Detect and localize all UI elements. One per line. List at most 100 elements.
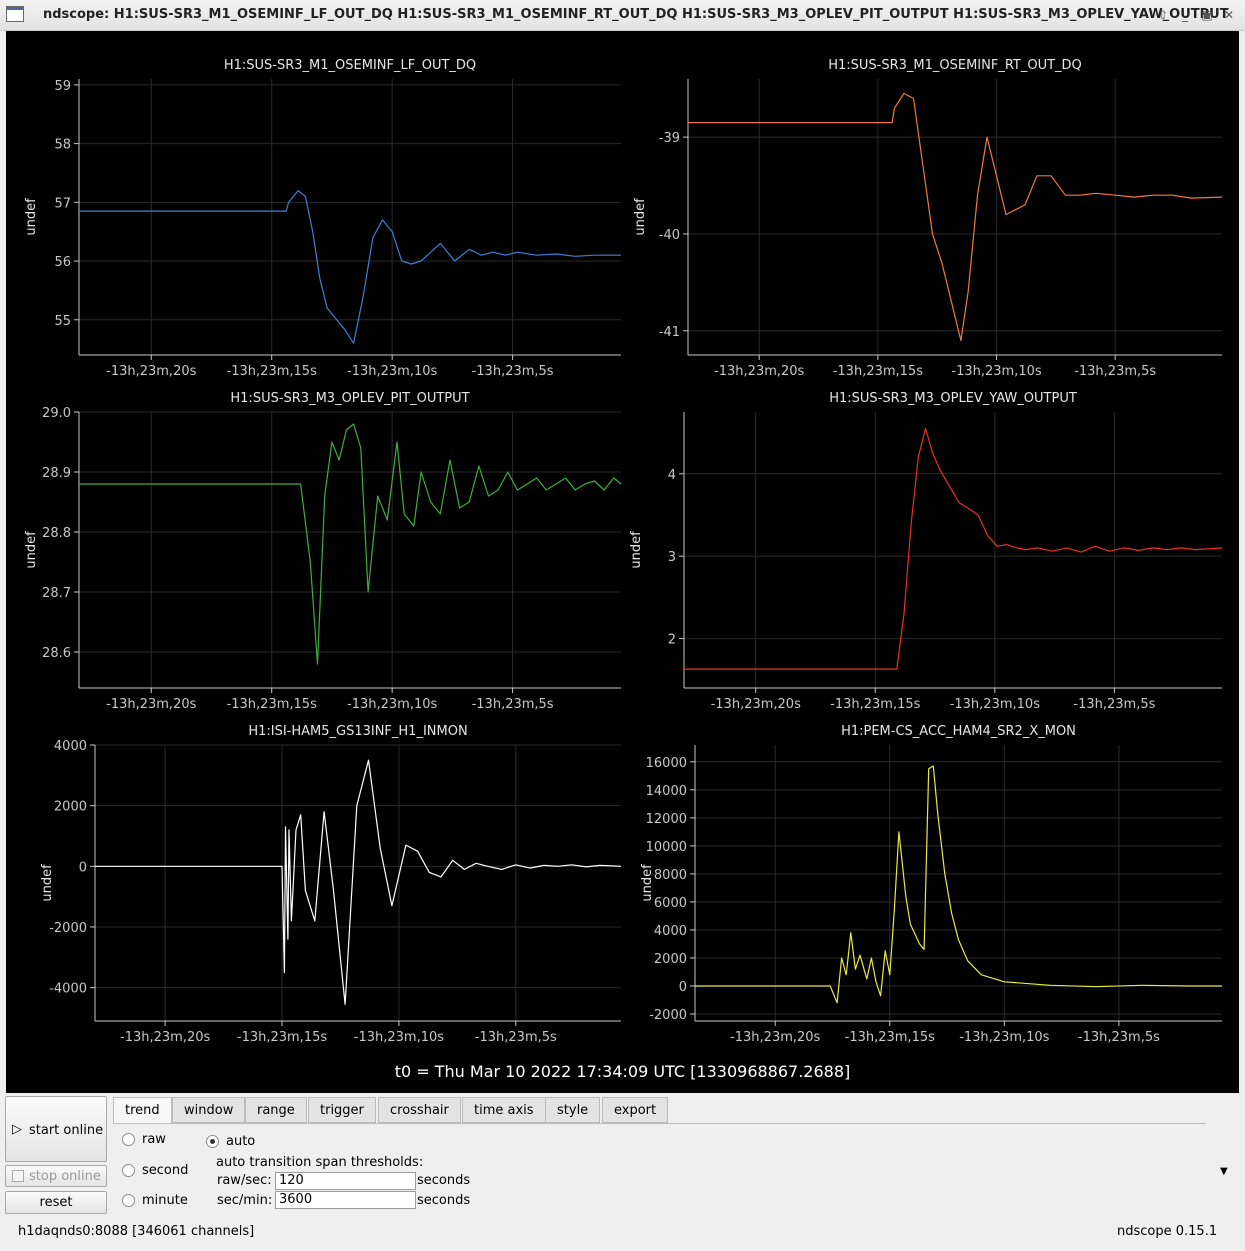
tab-style[interactable]: style bbox=[545, 1097, 601, 1123]
x-tick-label: -13h,23m,20s bbox=[120, 1030, 210, 1045]
plot-title: H1:PEM-CS_ACC_HAM4_SR2_X_MON bbox=[841, 724, 1076, 739]
plot-5[interactable]: H1:ISI-HAM5_GS13INF_H1_INMONundef -4000 -2… bbox=[6, 717, 623, 1045]
x-tick-label: -13h,23m,5s bbox=[472, 697, 554, 712]
x-tick-label: -13h,23m,10s bbox=[354, 1030, 444, 1045]
plot-title: H1:SUS-SR3_M3_OPLEV_YAW_OUTPUT bbox=[829, 391, 1077, 406]
maximize-icon[interactable]: ▣ bbox=[1198, 6, 1216, 24]
close-icon[interactable]: ✕ bbox=[1220, 6, 1238, 24]
x-tick-label: -13h,23m,10s bbox=[347, 364, 437, 379]
plot-4[interactable]: H1:SUS-SR3_M3_OPLEV_YAW_OUTPUTundef 2 3 4 -1… bbox=[626, 384, 1239, 712]
start-online-label: start online bbox=[29, 1123, 104, 1138]
x-tick-label: -13h,23m,15s bbox=[227, 697, 317, 712]
auto-radio[interactable] bbox=[206, 1135, 219, 1148]
raw-sec-input[interactable]: 120 bbox=[275, 1172, 416, 1190]
plot-svg[interactable]: H1:SUS-SR3_M1_OSEMINF_LF_OUT_DQundef 55 56… bbox=[6, 51, 623, 379]
series-line bbox=[684, 427, 1223, 670]
tab-export[interactable]: export bbox=[602, 1097, 669, 1123]
minute-radio[interactable] bbox=[122, 1194, 135, 1207]
app-window-icon[interactable] bbox=[6, 6, 24, 22]
up-arrow-icon[interactable]: ⇧ bbox=[1154, 6, 1172, 24]
reset-button[interactable]: reset bbox=[5, 1191, 107, 1214]
raw-sec-unit: seconds bbox=[417, 1173, 471, 1188]
y-tick-label: 12000 bbox=[646, 812, 687, 827]
plot-title: H1:SUS-SR3_M1_OSEMINF_LF_OUT_DQ bbox=[224, 58, 476, 73]
y-axis-label: undef bbox=[640, 864, 655, 902]
y-tick-label: 4 bbox=[668, 468, 676, 483]
x-tick-label: -13h,23m,5s bbox=[475, 1030, 557, 1045]
x-tick-label: -13h,23m,15s bbox=[830, 697, 920, 712]
y-tick-label: 8000 bbox=[654, 868, 687, 883]
y-tick-label: 59 bbox=[54, 79, 71, 94]
y-tick-label: 57 bbox=[54, 196, 71, 211]
x-tick-label: -13h,23m,10s bbox=[951, 364, 1041, 379]
stop-online-label: stop online bbox=[29, 1169, 101, 1184]
auto-label: auto bbox=[226, 1134, 256, 1149]
tab-trend[interactable]: trend bbox=[113, 1097, 172, 1124]
plot-6[interactable]: H1:PEM-CS_ACC_HAM4_SR2_X_MON undef -2000 0 2… bbox=[626, 717, 1239, 1045]
plot-title: H1:ISI-HAM5_GS13INF_H1_INMON bbox=[248, 724, 467, 739]
sec-min-input[interactable]: 3600 bbox=[275, 1191, 416, 1209]
y-tick-label: 56 bbox=[54, 255, 71, 270]
window-title: ndscope: H1:SUS-SR3_M1_OSEMINF_LF_OUT_DQ… bbox=[43, 7, 1229, 22]
y-tick-label: 28.8 bbox=[42, 526, 71, 541]
y-axis-label: undef bbox=[633, 198, 648, 236]
plot-area[interactable]: H1:SUS-SR3_M1_OSEMINF_LF_OUT_DQundef 55 56… bbox=[6, 31, 1239, 1093]
plot-svg[interactable]: H1:SUS-SR3_M1_OSEMINF_RT_OUT_DQundef -41 -… bbox=[626, 51, 1239, 379]
y-tick-label: -2000 bbox=[649, 1008, 687, 1023]
minute-label: minute bbox=[142, 1193, 188, 1208]
series-line bbox=[79, 190, 621, 344]
version-label: ndscope 0.15.1 bbox=[1117, 1224, 1218, 1239]
y-tick-label: -2000 bbox=[49, 921, 87, 936]
tab-window[interactable]: window bbox=[172, 1097, 246, 1123]
tab-trigger[interactable]: trigger bbox=[308, 1097, 376, 1123]
x-tick-label: -13h,23m,20s bbox=[714, 364, 804, 379]
series-line bbox=[695, 765, 1222, 1004]
play-icon: ▷ bbox=[12, 1122, 22, 1137]
start-online-button[interactable]: ▷ start online bbox=[5, 1096, 107, 1162]
y-tick-label: 2 bbox=[668, 633, 676, 648]
x-tick-label: -13h,23m,10s bbox=[950, 697, 1040, 712]
plot-1[interactable]: H1:SUS-SR3_M1_OSEMINF_LF_OUT_DQundef 55 56… bbox=[6, 51, 623, 379]
y-tick-label: 14000 bbox=[646, 784, 687, 799]
tab-time-axis[interactable]: time axis bbox=[462, 1097, 546, 1123]
y-axis-label: undef bbox=[629, 531, 644, 569]
stop-online-checkbox[interactable] bbox=[12, 1170, 24, 1182]
x-tick-label: -13h,23m,5s bbox=[1074, 364, 1156, 379]
y-tick-label: 3 bbox=[668, 550, 676, 565]
raw-label: raw bbox=[142, 1132, 166, 1147]
raw-sec-label: raw/sec: bbox=[217, 1173, 272, 1188]
chevron-down-icon[interactable]: ▼ bbox=[1220, 1166, 1228, 1177]
raw-radio[interactable] bbox=[122, 1133, 135, 1146]
y-tick-label: 28.6 bbox=[42, 646, 71, 661]
plot-svg[interactable]: H1:SUS-SR3_M3_OPLEV_YAW_OUTPUTundef 2 3 4 -1… bbox=[626, 384, 1239, 712]
plot-svg[interactable]: H1:SUS-SR3_M3_OPLEV_PIT_OUTPUTundef 28.6 2… bbox=[6, 384, 623, 712]
plot-svg[interactable]: H1:PEM-CS_ACC_HAM4_SR2_X_MONundef -2000 0 2… bbox=[626, 717, 1239, 1045]
thresholds-label: auto transition span thresholds: bbox=[216, 1155, 424, 1170]
series-line bbox=[95, 759, 622, 1005]
tab-divider bbox=[113, 1123, 1206, 1124]
second-radio[interactable] bbox=[122, 1164, 135, 1177]
plot-2[interactable]: H1:SUS-SR3_M1_OSEMINF_RT_OUT_DQ undef -41 -… bbox=[626, 51, 1239, 379]
y-axis-label: undef bbox=[24, 198, 39, 236]
plot-svg[interactable]: H1:ISI-HAM5_GS13INF_H1_INMONundef -4000 -2… bbox=[6, 717, 623, 1045]
x-tick-label: -13h,23m,5s bbox=[1073, 697, 1155, 712]
tab-crosshair[interactable]: crosshair bbox=[378, 1097, 461, 1123]
y-tick-label: 4000 bbox=[654, 924, 687, 939]
plot-3[interactable]: H1:SUS-SR3_M3_OPLEV_PIT_OUTPUT undef 28.6 2… bbox=[6, 384, 623, 712]
y-tick-label: 2000 bbox=[654, 952, 687, 967]
t0-label: t0 = Thu Mar 10 2022 17:34:09 UTC [13309… bbox=[394, 1062, 851, 1081]
y-tick-label: -39 bbox=[659, 131, 680, 146]
series-line bbox=[688, 92, 1223, 342]
sec-min-unit: seconds bbox=[417, 1193, 471, 1208]
tab-range[interactable]: range bbox=[245, 1097, 307, 1123]
y-tick-label: 55 bbox=[54, 314, 71, 329]
y-tick-label: 16000 bbox=[646, 756, 687, 771]
stop-online-button[interactable]: stop online bbox=[5, 1165, 107, 1187]
y-axis-label: undef bbox=[40, 864, 55, 902]
y-tick-label: -4000 bbox=[49, 982, 87, 997]
x-tick-label: -13h,23m,10s bbox=[959, 1030, 1049, 1045]
y-tick-label: 28.7 bbox=[42, 586, 71, 601]
x-tick-label: -13h,23m,15s bbox=[237, 1030, 327, 1045]
x-tick-label: -13h,23m,5s bbox=[472, 364, 554, 379]
minimize-icon[interactable]: _ bbox=[1176, 6, 1194, 24]
